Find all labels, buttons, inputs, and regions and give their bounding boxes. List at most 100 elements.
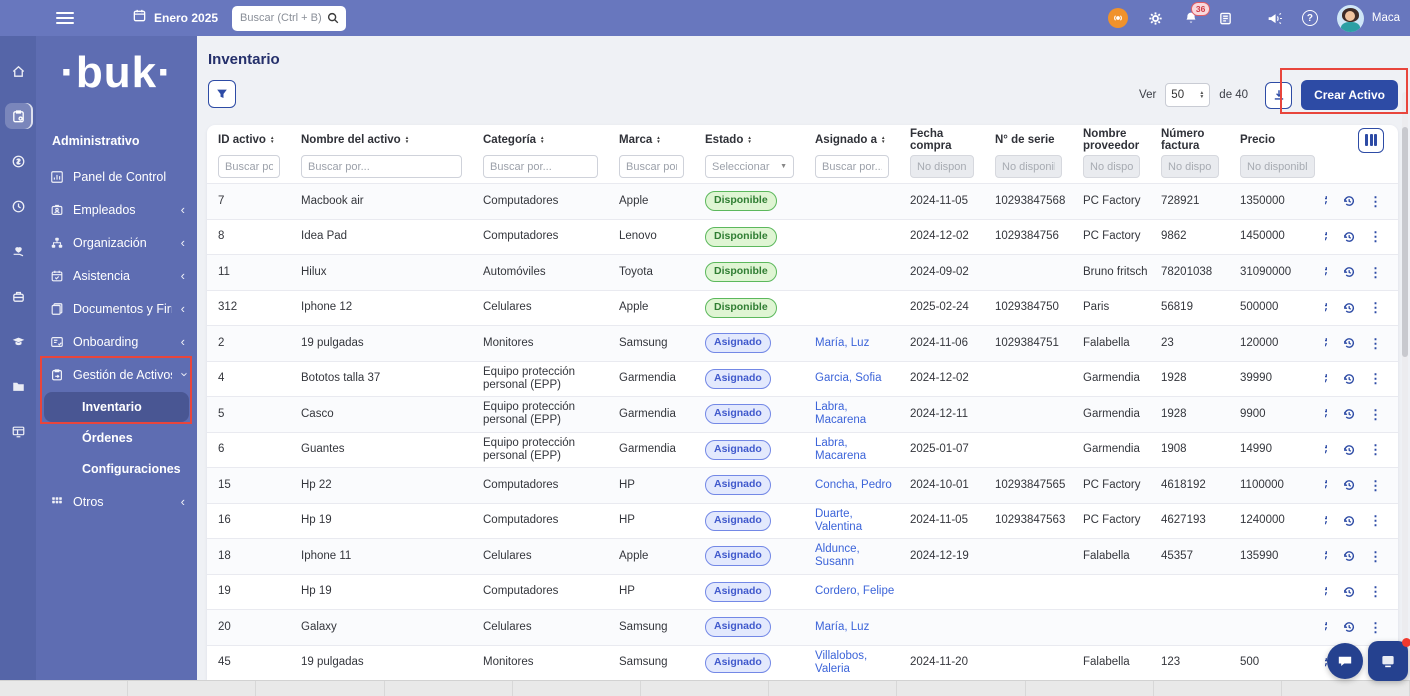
history-icon[interactable] bbox=[1342, 407, 1356, 421]
more-options-icon[interactable]: ⋮ bbox=[1369, 585, 1382, 598]
time-clock-icon[interactable] bbox=[5, 193, 31, 219]
history-icon[interactable] bbox=[1342, 585, 1356, 599]
filter-categoria-input[interactable] bbox=[483, 155, 598, 178]
assets-rail-icon[interactable] bbox=[5, 103, 31, 129]
assigned-person-link[interactable]: Labra, Macarena bbox=[815, 401, 866, 426]
more-options-icon[interactable]: ⋮ bbox=[1369, 550, 1382, 563]
sidebar-item-documentos-y-firma[interactable]: Documentos y Firma ‹ bbox=[36, 292, 197, 325]
bag-icon[interactable] bbox=[5, 283, 31, 309]
sidebar-subitem-ordenes[interactable]: Órdenes bbox=[44, 423, 189, 453]
reassign-icon[interactable] bbox=[1325, 514, 1329, 528]
assigned-person-link[interactable]: Concha, Pedro bbox=[815, 479, 892, 491]
filter-nombre-input[interactable] bbox=[301, 155, 462, 178]
col-header-nombre[interactable]: Nombre del activo ▲ ▼ bbox=[290, 134, 472, 146]
sidebar-item-otros[interactable]: Otros ‹ bbox=[36, 485, 197, 518]
reassign-icon[interactable] bbox=[1325, 301, 1329, 315]
assigned-person-link[interactable]: Garcia, Sofia bbox=[815, 372, 881, 384]
table-row[interactable]: 16 Hp 19 Computadores HP Asignado Duarte… bbox=[207, 502, 1398, 539]
reassign-icon[interactable] bbox=[1325, 372, 1329, 386]
reassign-icon[interactable] bbox=[1325, 443, 1329, 457]
more-options-icon[interactable]: ⋮ bbox=[1369, 514, 1382, 527]
reassign-icon[interactable] bbox=[1325, 620, 1329, 634]
history-icon[interactable] bbox=[1342, 230, 1356, 244]
announcements-megaphone-icon[interactable] bbox=[1266, 10, 1283, 27]
col-header-marca[interactable]: Marca ▲ ▼ bbox=[608, 134, 694, 146]
table-row[interactable]: 15 Hp 22 Computadores HP Asignado Concha… bbox=[207, 467, 1398, 503]
notifications-bell-icon[interactable]: 36 bbox=[1183, 2, 1211, 26]
help-widget-button[interactable] bbox=[1368, 638, 1410, 681]
reassign-icon[interactable] bbox=[1325, 230, 1329, 244]
assigned-person-link[interactable]: Labra, Macarena bbox=[815, 437, 866, 462]
table-row[interactable]: 19 Hp 19 Computadores HP Asignado Corder… bbox=[207, 573, 1398, 610]
sidebar-item-organizacion[interactable]: Organización ‹ bbox=[36, 226, 197, 259]
history-icon[interactable] bbox=[1342, 478, 1356, 492]
table-row[interactable]: 45 19 pulgadas Monitores Samsung Asignad… bbox=[207, 644, 1398, 681]
history-icon[interactable] bbox=[1342, 336, 1356, 350]
filter-estado-select[interactable]: Seleccionar ▼ bbox=[705, 155, 794, 178]
assigned-person-link[interactable]: Villalobos, Valeria bbox=[815, 650, 867, 675]
history-icon[interactable] bbox=[1342, 514, 1356, 528]
sidebar-item-panel-de-control[interactable]: Panel de Control bbox=[36, 160, 197, 193]
table-row[interactable]: 5 Casco Equipo protección personal (EPP)… bbox=[207, 396, 1398, 432]
vertical-scrollbar[interactable] bbox=[1402, 92, 1408, 678]
col-header-categoria[interactable]: Categoría ▲ ▼ bbox=[472, 134, 608, 146]
more-options-icon[interactable]: ⋮ bbox=[1369, 266, 1382, 279]
more-options-icon[interactable]: ⋮ bbox=[1369, 621, 1382, 634]
column-picker-button[interactable] bbox=[1358, 127, 1384, 153]
reassign-icon[interactable] bbox=[1325, 549, 1329, 563]
table-row[interactable]: 7 Macbook air Computadores Apple Disponi… bbox=[207, 183, 1398, 219]
home-icon[interactable] bbox=[5, 58, 31, 84]
more-options-icon[interactable]: ⋮ bbox=[1369, 443, 1382, 456]
more-options-icon[interactable]: ⋮ bbox=[1369, 301, 1382, 314]
table-row[interactable]: 11 Hilux Automóviles Toyota Disponible 2… bbox=[207, 254, 1398, 290]
more-options-icon[interactable]: ⋮ bbox=[1369, 230, 1382, 243]
sidebar-item-empleados[interactable]: Empleados ‹ bbox=[36, 193, 197, 226]
history-icon[interactable] bbox=[1342, 620, 1356, 634]
table-row[interactable]: 2 19 pulgadas Monitores Samsung Asignado… bbox=[207, 325, 1398, 361]
education-cap-icon[interactable] bbox=[5, 328, 31, 354]
history-icon[interactable] bbox=[1342, 549, 1356, 563]
reassign-icon[interactable] bbox=[1325, 265, 1329, 279]
sidebar-item-onboarding[interactable]: Onboarding ‹ bbox=[36, 325, 197, 358]
reassign-icon[interactable] bbox=[1325, 336, 1329, 350]
filter-id-input[interactable] bbox=[218, 155, 280, 178]
period-selector[interactable]: Enero 2025 bbox=[132, 8, 218, 28]
chat-bubble-button[interactable] bbox=[1327, 643, 1363, 679]
col-header-estado[interactable]: Estado ▲ ▼ bbox=[694, 134, 804, 146]
assigned-person-link[interactable]: María, Luz bbox=[815, 621, 869, 633]
table-row[interactable]: 20 Galaxy Celulares Samsung Asignado Mar… bbox=[207, 609, 1398, 645]
more-options-icon[interactable]: ⋮ bbox=[1369, 337, 1382, 350]
assigned-person-link[interactable]: Aldunce, Susann bbox=[815, 543, 860, 568]
assigned-person-link[interactable]: Cordero, Felipe bbox=[815, 585, 894, 597]
assigned-person-link[interactable]: Duarte, Valentina bbox=[815, 508, 862, 533]
folder-icon[interactable] bbox=[5, 373, 31, 399]
more-options-icon[interactable]: ⋮ bbox=[1369, 195, 1382, 208]
assigned-person-link[interactable]: María, Luz bbox=[815, 337, 869, 349]
reassign-icon[interactable] bbox=[1325, 407, 1329, 421]
more-options-icon[interactable]: ⋮ bbox=[1369, 372, 1382, 385]
sidebar-subitem-configuraciones[interactable]: Configuraciones bbox=[44, 454, 189, 484]
hamburger-menu-icon[interactable] bbox=[56, 12, 74, 24]
create-asset-button[interactable]: Crear Activo bbox=[1301, 80, 1398, 110]
workspace-icon[interactable] bbox=[5, 418, 31, 444]
user-menu[interactable]: Maca bbox=[1336, 4, 1400, 32]
filter-asignado-input[interactable] bbox=[815, 155, 889, 178]
table-row[interactable]: 312 Iphone 12 Celulares Apple Disponible… bbox=[207, 289, 1398, 326]
sidebar-item-asistencia[interactable]: Asistencia ‹ bbox=[36, 259, 197, 292]
scrollbar-thumb[interactable] bbox=[1402, 127, 1408, 357]
table-row[interactable]: 8 Idea Pad Computadores Lenovo Disponibl… bbox=[207, 218, 1398, 255]
reassign-icon[interactable] bbox=[1325, 585, 1329, 599]
history-icon[interactable] bbox=[1342, 265, 1356, 279]
table-row[interactable]: 4 Bototos talla 37 Equipo protección per… bbox=[207, 360, 1398, 397]
filter-marca-input[interactable] bbox=[619, 155, 684, 178]
page-size-select[interactable]: 50 ▲ ▼ bbox=[1165, 83, 1211, 107]
reassign-icon[interactable] bbox=[1325, 194, 1329, 208]
filter-button[interactable] bbox=[208, 80, 236, 108]
reassign-icon[interactable] bbox=[1325, 478, 1329, 492]
history-icon[interactable] bbox=[1342, 194, 1356, 208]
history-icon[interactable] bbox=[1342, 372, 1356, 386]
col-header-id[interactable]: ID activo ▲ ▼ bbox=[207, 134, 290, 146]
download-button[interactable] bbox=[1265, 81, 1293, 109]
settings-gear-icon[interactable] bbox=[1147, 10, 1164, 27]
broadcast-icon[interactable] bbox=[1107, 8, 1128, 28]
